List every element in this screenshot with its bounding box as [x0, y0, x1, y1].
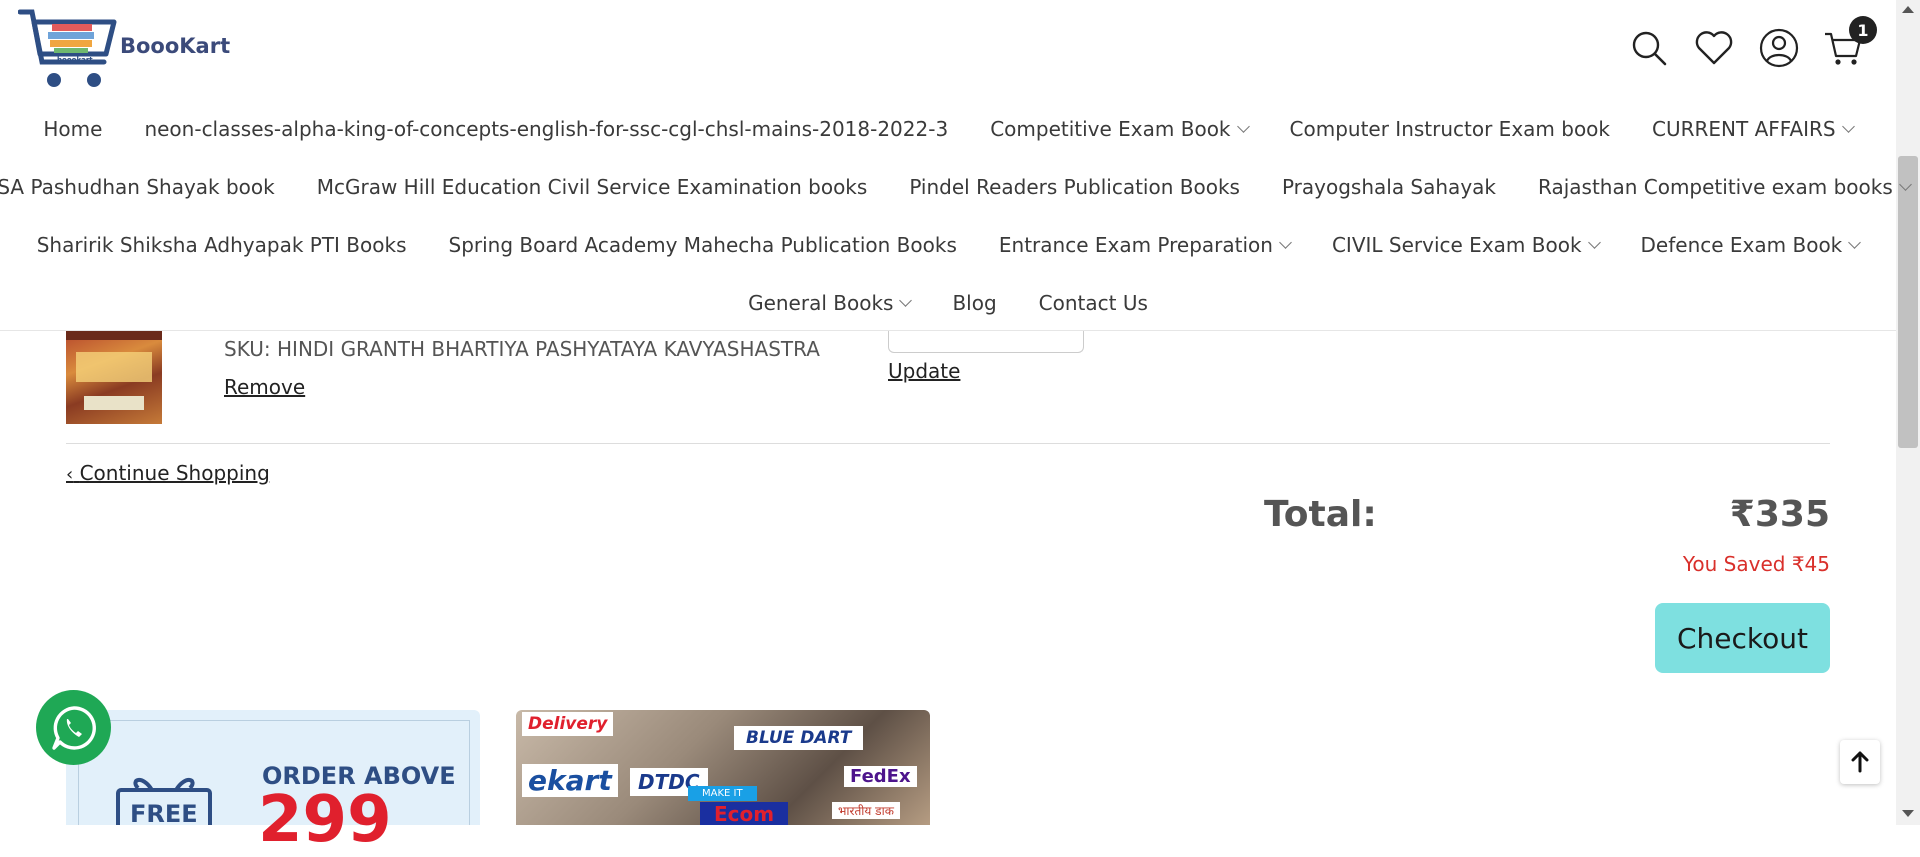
cart-logo-icon: [17, 9, 117, 87]
whatsapp-button[interactable]: [36, 690, 111, 765]
arrow-up-icon: [1851, 751, 1869, 773]
nav-item-label: Contact Us: [1038, 291, 1148, 315]
nav-item-label: Prayogshala Sahayak: [1281, 175, 1496, 199]
nav-item[interactable]: neon-classes-alpha-king-of-concepts-engl…: [123, 114, 969, 144]
chevron-down-icon: [1848, 236, 1862, 249]
nav-item[interactable]: Sharirik Shiksha Adhyapak PTI Books: [16, 230, 428, 260]
nav-item[interactable]: Rajasthan Competitive exam books: [1517, 172, 1920, 202]
nav-row-3: Sharirik Shiksha Adhyapak PTI Books Sprin…: [0, 230, 1896, 260]
continue-shopping-label: Continue Shopping: [79, 461, 270, 485]
scroll-down-arrow-icon[interactable]: [1902, 810, 1914, 817]
search-button[interactable]: [1629, 28, 1669, 68]
brand-name[interactable]: BoooKart: [120, 34, 230, 58]
nav-row-1: Home neon-classes-alpha-king-of-concepts-…: [0, 114, 1896, 144]
bluedart-logo: BLUE DART: [734, 726, 864, 750]
nav-item-label: Pindel Readers Publication Books: [909, 175, 1240, 199]
nav-item-label: Defence Exam Book: [1640, 233, 1843, 257]
nav-item[interactable]: Spring Board Academy Mahecha Publication…: [428, 230, 978, 260]
chevron-left-icon: ‹: [66, 464, 74, 485]
gift-icon: FREE: [116, 778, 212, 825]
nav-item-label: General Books: [748, 291, 894, 315]
chevron-down-icon: [1841, 120, 1855, 133]
cart-count-badge: 1: [1849, 16, 1877, 44]
nav-item-label: LSA Pashudhan Shayak book: [0, 175, 275, 199]
nav-item[interactable]: Competitive Exam Book: [969, 114, 1268, 144]
total-value: ₹335: [1729, 494, 1830, 535]
remove-item-link[interactable]: Remove: [224, 375, 305, 399]
nav-item-label: McGraw Hill Education Civil Service Exam…: [316, 175, 868, 199]
nav-item-label: Sharirik Shiksha Adhyapak PTI Books: [36, 233, 407, 257]
checkout-button[interactable]: Checkout: [1655, 603, 1830, 673]
delivery-logo: Delivery: [522, 712, 614, 736]
nav-item[interactable]: Prayogshala Sahayak: [1261, 172, 1517, 202]
cart-divider: [66, 443, 1830, 444]
chevron-down-icon: [1279, 236, 1292, 249]
indiapost-logo: भारतीय डाक: [832, 802, 900, 819]
thumbnail-edge: [66, 330, 162, 340]
update-quantity-link[interactable]: Update: [888, 359, 960, 383]
nav-item-label: Entrance Exam Preparation: [998, 233, 1273, 257]
savings-text: You Saved ₹45: [1682, 552, 1830, 576]
thumbnail-title-band: [76, 352, 152, 382]
nav-item-label: neon-classes-alpha-king-of-concepts-engl…: [144, 117, 949, 141]
chevron-down-icon: [1236, 120, 1250, 133]
account-button[interactable]: [1759, 28, 1799, 68]
user-icon: [1759, 28, 1799, 68]
nav-item-label: Home: [43, 117, 103, 141]
scroll-to-top-button[interactable]: [1840, 740, 1880, 784]
nav-item[interactable]: McGraw Hill Education Civil Service Exam…: [296, 172, 889, 202]
chevron-down-icon: [899, 294, 913, 307]
delivery-partners-banner[interactable]: Delivery BLUE DART ekart DTDC FedEx MAKE…: [516, 710, 930, 825]
whatsapp-icon: [51, 705, 96, 750]
nav-row-2: LSA Pashudhan Shayak book McGraw Hill Edu…: [0, 172, 1912, 202]
nav-item-label: CIVIL Service Exam Book: [1331, 233, 1582, 257]
wishlist-button[interactable]: [1694, 28, 1734, 68]
total-label: Total:: [1264, 494, 1377, 535]
nav-item[interactable]: Computer Instructor Exam book: [1269, 114, 1632, 144]
free-label: FREE: [130, 800, 198, 825]
nav-item[interactable]: CIVIL Service Exam Book: [1311, 230, 1620, 260]
make-it-tag: MAKE IT: [688, 786, 757, 801]
thumbnail-footer-band: [84, 396, 144, 410]
nav-item[interactable]: Entrance Exam Preparation: [978, 230, 1311, 260]
ecom-logo: Ecom: [700, 802, 789, 825]
nav-item-label: Computer Instructor Exam book: [1289, 117, 1611, 141]
nav-item-label: Spring Board Academy Mahecha Publication…: [448, 233, 957, 257]
site-header: boookart BoooKart 1 Home neon-classes-alp…: [0, 0, 1912, 331]
continue-shopping-link[interactable]: ‹ Continue Shopping: [66, 461, 270, 485]
ekart-logo: ekart: [522, 764, 618, 797]
nav-item[interactable]: Pindel Readers Publication Books: [888, 172, 1261, 202]
logo-caption: boookart: [57, 56, 93, 64]
chevron-down-icon: [1587, 236, 1601, 249]
nav-row-4: General Books Blog Contact Us: [0, 288, 1896, 318]
search-icon: [1632, 31, 1667, 66]
nav-item[interactable]: Defence Exam Book: [1620, 230, 1881, 260]
logo[interactable]: [17, 8, 118, 92]
nav-item[interactable]: CURRENT AFFAIRS: [1631, 114, 1874, 144]
nav-item[interactable]: Home: [22, 114, 123, 144]
nav-item-label: CURRENT AFFAIRS: [1652, 117, 1836, 141]
fedex-logo: FedEx: [844, 766, 917, 787]
nav-item[interactable]: Contact Us: [1018, 288, 1169, 318]
nav-item-label: Competitive Exam Book: [990, 117, 1231, 141]
heart-icon: [1695, 31, 1733, 65]
nav-item-label: Rajasthan Competitive exam books: [1538, 175, 1893, 199]
chevron-down-icon: [1898, 178, 1912, 191]
nav-item[interactable]: General Books: [727, 288, 931, 318]
nav-item-label: Blog: [952, 291, 997, 315]
nav-item[interactable]: LSA Pashudhan Shayak book: [0, 172, 296, 202]
order-amount: 299: [258, 783, 392, 857]
scroll-up-arrow-icon[interactable]: [1902, 6, 1914, 13]
nav-item[interactable]: Blog: [931, 288, 1017, 318]
product-sku: SKU: HINDI GRANTH BHARTIYA PASHYATAYA KA…: [224, 337, 820, 361]
